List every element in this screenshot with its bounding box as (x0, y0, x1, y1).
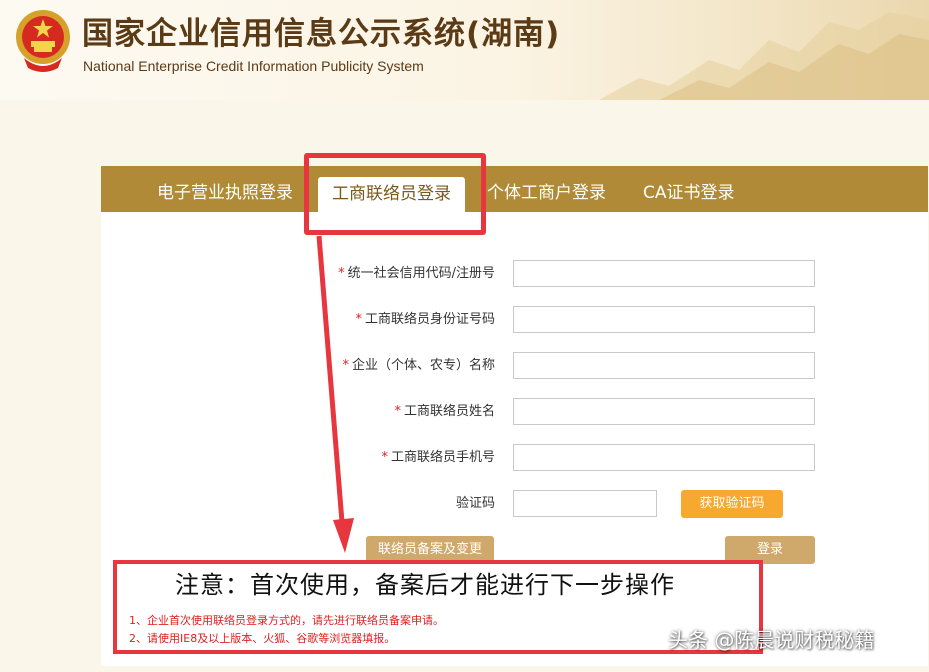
login-tab-bar: 电子营业执照登录 工商联络员登录 个体工商户登录 CA证书登录 (101, 166, 928, 212)
national-emblem-icon (16, 10, 70, 72)
required-mark: * (381, 450, 388, 465)
phone-label-text: 工商联络员手机号 (390, 450, 495, 465)
site-subtitle: National Enterprise Credit Information P… (83, 58, 424, 74)
watermark: 头条 @陈晨说财税秘籍 (668, 628, 875, 652)
id-number-label: * 工商联络员身份证号码 (195, 311, 495, 329)
notice-box: 注意：首次使用，备案后才能进行下一步操作 1、企业首次使用联络员登录方式的，请先… (113, 560, 763, 654)
site-header: 国家企业信用信息公示系统(湖南) National Enterprise Cre… (0, 0, 929, 100)
captcha-label: 验证码 (455, 496, 495, 511)
phone-input[interactable] (513, 444, 815, 471)
credit-code-label: * 统一社会信用代码/注册号 (195, 265, 495, 283)
company-name-label-text: 企业（个体、农专）名称 (351, 358, 495, 373)
id-number-input[interactable] (513, 306, 815, 333)
required-mark: * (394, 404, 401, 419)
tab-ca-certificate[interactable]: CA证书登录 (643, 175, 735, 212)
tab-highlight-annotation (304, 153, 486, 235)
tab-individual-business[interactable]: 个体工商户登录 (487, 175, 606, 212)
required-mark: * (338, 266, 345, 281)
id-number-label-text: 工商联络员身份证号码 (364, 312, 495, 327)
credit-code-input[interactable] (513, 260, 815, 287)
site-title: 国家企业信用信息公示系统(湖南) (82, 16, 561, 52)
get-captcha-button[interactable]: 获取验证码 (681, 490, 783, 518)
tab-electronic-license[interactable]: 电子营业执照登录 (157, 175, 293, 212)
required-mark: * (342, 358, 349, 373)
notice-title: 注意：首次使用，备案后才能进行下一步操作 (175, 571, 675, 599)
liaison-name-label: * 工商联络员姓名 (195, 403, 495, 421)
notice-line: 2、请使用IE8及以上版本、火狐、谷歌等浏览器填报。 (129, 632, 396, 645)
required-mark: * (355, 312, 362, 327)
captcha-input[interactable] (513, 490, 657, 517)
company-name-label: * 企业（个体、农专）名称 (195, 357, 495, 375)
phone-label: * 工商联络员手机号 (195, 449, 495, 467)
company-name-input[interactable] (513, 352, 815, 379)
liaison-name-input[interactable] (513, 398, 815, 425)
credit-code-label-text: 统一社会信用代码/注册号 (347, 266, 495, 281)
liaison-name-label-text: 工商联络员姓名 (403, 404, 495, 419)
mountain-background-image (599, 12, 929, 100)
notice-line: 1、企业首次使用联络员登录方式的，请先进行联络员备案申请。 (129, 614, 444, 627)
